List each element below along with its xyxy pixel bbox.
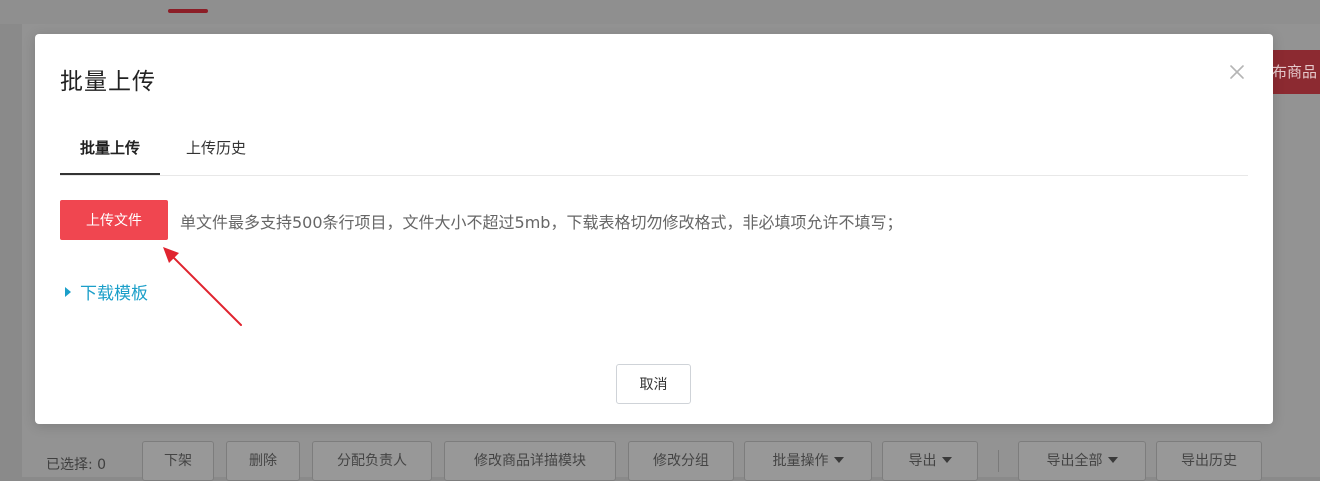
delete-button[interactable]: 删除 xyxy=(226,441,300,481)
background-publish-button[interactable]: 布商品 xyxy=(1266,50,1320,94)
selected-count-label: 已选择: 0 xyxy=(46,457,107,473)
assign-owner-button[interactable]: 分配负责人 xyxy=(312,441,432,481)
background-toolbar: 已选择: 0 下架 删除 分配负责人 修改商品详描模块 修改分组 批量操作 导出… xyxy=(22,436,1320,481)
batch-operation-dropdown[interactable]: 批量操作 xyxy=(744,441,872,481)
export-history-button[interactable]: 导出历史 xyxy=(1156,441,1262,481)
annotation-arrow-icon xyxy=(163,247,242,326)
download-template-label: 下载模板 xyxy=(80,284,148,304)
chevron-down-icon xyxy=(833,457,844,463)
tab-upload-history[interactable]: 上传历史 xyxy=(186,126,246,175)
modal-title: 批量上传 xyxy=(60,69,156,95)
edit-group-button[interactable]: 修改分组 xyxy=(628,441,734,481)
tab-batch-upload[interactable]: 批量上传 xyxy=(60,126,161,175)
cancel-button[interactable]: 取消 xyxy=(616,364,691,404)
background-active-tab-indicator xyxy=(168,9,208,13)
chevron-down-icon xyxy=(1107,457,1118,463)
unlist-button[interactable]: 下架 xyxy=(142,441,214,481)
upload-hint-text: 单文件最多支持500条行项目，文件大小不超过5mb，下载表格切勿修改格式，非必填… xyxy=(180,213,903,232)
modal-tabs: 批量上传 上传历史 xyxy=(60,126,1248,176)
batch-upload-modal: 批量上传 批量上传 上传历史 上传文件 单文件最多支持500条行项目，文件大小不… xyxy=(35,34,1273,424)
export-all-dropdown[interactable]: 导出全部 xyxy=(1018,441,1146,481)
caret-right-icon xyxy=(65,287,71,297)
upload-file-button[interactable]: 上传文件 xyxy=(60,200,168,240)
download-template-link[interactable]: 下载模板 xyxy=(65,279,148,304)
toolbar-divider xyxy=(998,450,999,472)
background-top-bar xyxy=(0,0,1320,24)
chevron-down-icon xyxy=(941,457,952,463)
export-dropdown[interactable]: 导出 xyxy=(882,441,978,481)
close-icon[interactable] xyxy=(1227,62,1247,82)
edit-detail-module-button[interactable]: 修改商品详描模块 xyxy=(444,441,616,481)
